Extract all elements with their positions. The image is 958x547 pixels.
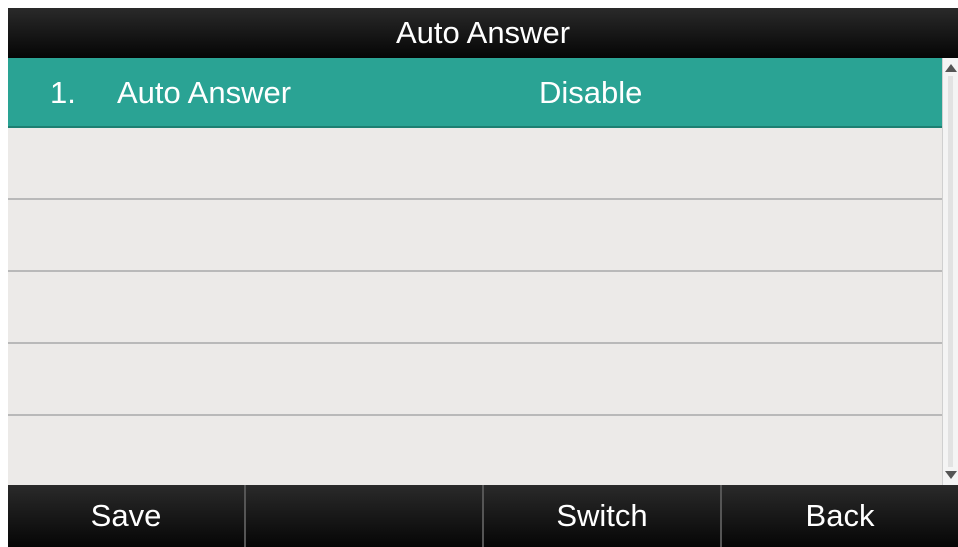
list-item-auto-answer[interactable]: 1. Auto Answer Disable bbox=[8, 58, 942, 128]
save-softkey[interactable]: Save bbox=[8, 485, 246, 547]
softkey-bar: Save Switch Back bbox=[8, 485, 958, 547]
empty-row bbox=[8, 346, 942, 416]
scroll-down-arrow-icon[interactable] bbox=[945, 471, 957, 479]
switch-softkey[interactable]: Switch bbox=[484, 485, 722, 547]
scroll-thumb[interactable] bbox=[948, 76, 953, 467]
empty-softkey[interactable] bbox=[246, 485, 484, 547]
settings-list: 1. Auto Answer Disable bbox=[8, 58, 942, 485]
empty-row bbox=[8, 274, 942, 344]
list-item-number: 1. bbox=[50, 75, 76, 110]
back-softkey[interactable]: Back bbox=[722, 485, 958, 547]
phone-screen: Auto Answer 1. Auto Answer Disable Save … bbox=[8, 8, 958, 547]
vertical-scrollbar[interactable] bbox=[942, 58, 958, 485]
list-item-value[interactable]: Disable bbox=[539, 58, 642, 128]
scroll-up-arrow-icon[interactable] bbox=[945, 64, 957, 72]
empty-row bbox=[8, 202, 942, 272]
page-title: Auto Answer bbox=[8, 8, 958, 58]
list-item-label: Auto Answer bbox=[117, 75, 292, 110]
empty-row bbox=[8, 130, 942, 200]
